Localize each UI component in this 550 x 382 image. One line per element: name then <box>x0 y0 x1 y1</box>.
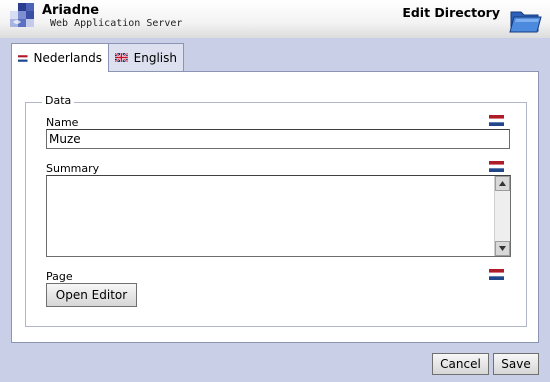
dialog-title: Edit Directory <box>402 5 500 20</box>
flag-nl-icon <box>489 269 504 280</box>
flag-nl-icon <box>18 54 28 62</box>
summary-scrollbar[interactable] <box>494 176 510 256</box>
language-tabs: Nederlands English <box>11 43 184 72</box>
save-button[interactable]: Save <box>493 353 539 375</box>
name-input[interactable] <box>46 129 510 149</box>
scroll-down-button[interactable] <box>495 241 510 256</box>
name-label: Name <box>46 116 79 129</box>
cancel-button[interactable]: Cancel <box>432 353 489 375</box>
summary-textarea[interactable] <box>46 175 511 257</box>
tab-panel: Data Name Summary Page Open Editor <box>11 71 539 343</box>
tab-label: English <box>133 50 177 65</box>
flag-uk-icon <box>115 52 128 63</box>
app-title: Ariadne <box>42 3 100 18</box>
arrow-up-icon <box>499 181 506 186</box>
tab-nederlands[interactable]: Nederlands <box>11 43 109 72</box>
summary-label: Summary <box>46 162 100 175</box>
folder-icon <box>509 11 542 33</box>
page-label: Page <box>46 270 73 283</box>
tab-english[interactable]: English <box>108 43 184 71</box>
open-editor-button[interactable]: Open Editor <box>46 283 137 307</box>
app-subtitle: Web Application Server <box>50 18 183 29</box>
scroll-up-button[interactable] <box>495 176 510 191</box>
app-header: Ariadne Web Application Server Edit Dire… <box>0 0 550 38</box>
ariadne-logo-icon <box>10 3 34 27</box>
flag-nl-icon <box>489 161 504 172</box>
fieldset-legend: Data <box>42 94 75 107</box>
arrow-down-icon <box>499 246 506 251</box>
flag-nl-icon <box>489 115 504 126</box>
tab-label: Nederlands <box>33 51 102 65</box>
